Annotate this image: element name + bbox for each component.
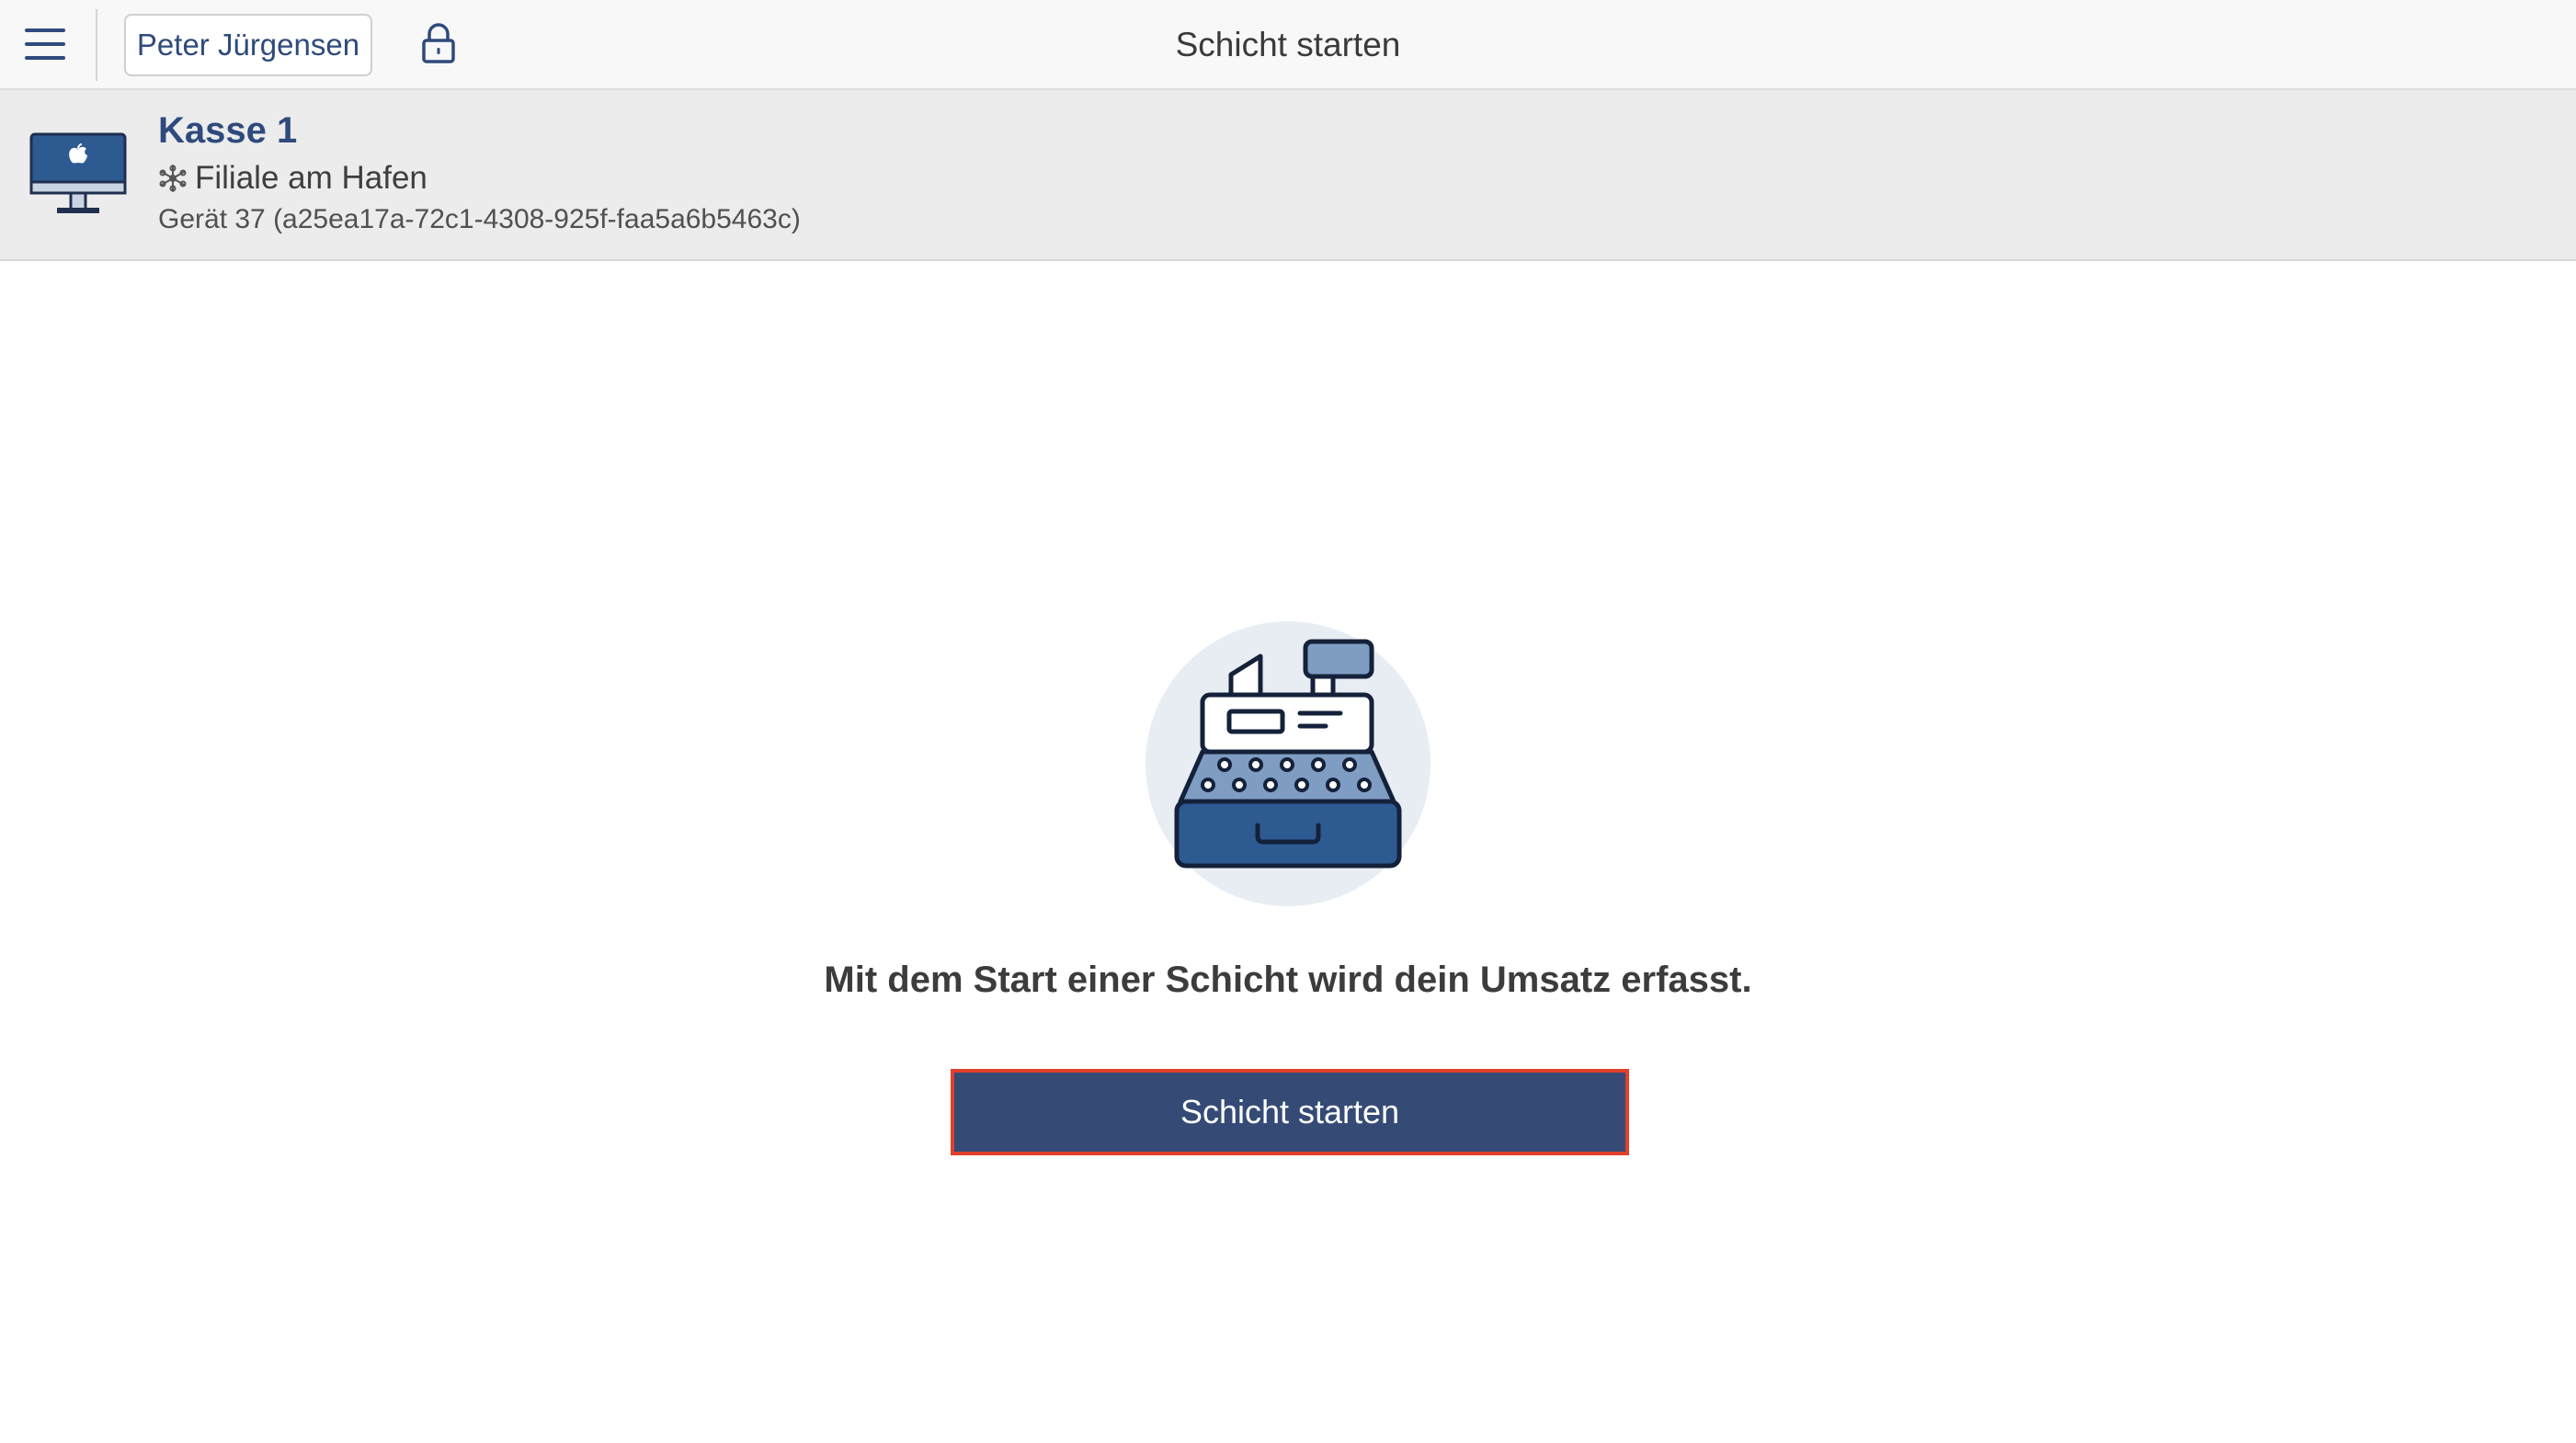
lock-icon[interactable] bbox=[421, 22, 456, 64]
shift-info-text: Mit dem Start einer Schicht wird dein Um… bbox=[824, 960, 1752, 1000]
start-shift-button[interactable]: Schicht starten bbox=[951, 1069, 1629, 1155]
user-button[interactable]: Peter Jürgensen bbox=[124, 14, 372, 76]
device-branch-label: Filiale am Hafen bbox=[195, 160, 427, 196]
topbar-divider bbox=[96, 9, 97, 81]
snowflake-icon bbox=[158, 164, 188, 193]
device-id: Gerät 37 (a25ea17a-72c1-4308-925f-faa5a6… bbox=[158, 204, 801, 234]
menu-line bbox=[25, 56, 65, 60]
device-branch: Filiale am Hafen bbox=[158, 160, 427, 197]
menu-line bbox=[25, 42, 65, 46]
page-title: Schicht starten bbox=[1175, 26, 1401, 63]
device-header: Kasse 1 Filiale am Hafen Gerät 37 (a25ea… bbox=[0, 90, 2576, 261]
menu-line bbox=[25, 28, 65, 32]
desktop-computer-icon bbox=[29, 132, 127, 219]
top-bar: Peter Jürgensen Schicht starten bbox=[0, 0, 2576, 90]
device-name: Kasse 1 bbox=[158, 110, 298, 151]
cash-register-illustration bbox=[1146, 621, 1430, 906]
hamburger-menu-icon[interactable] bbox=[25, 27, 65, 63]
